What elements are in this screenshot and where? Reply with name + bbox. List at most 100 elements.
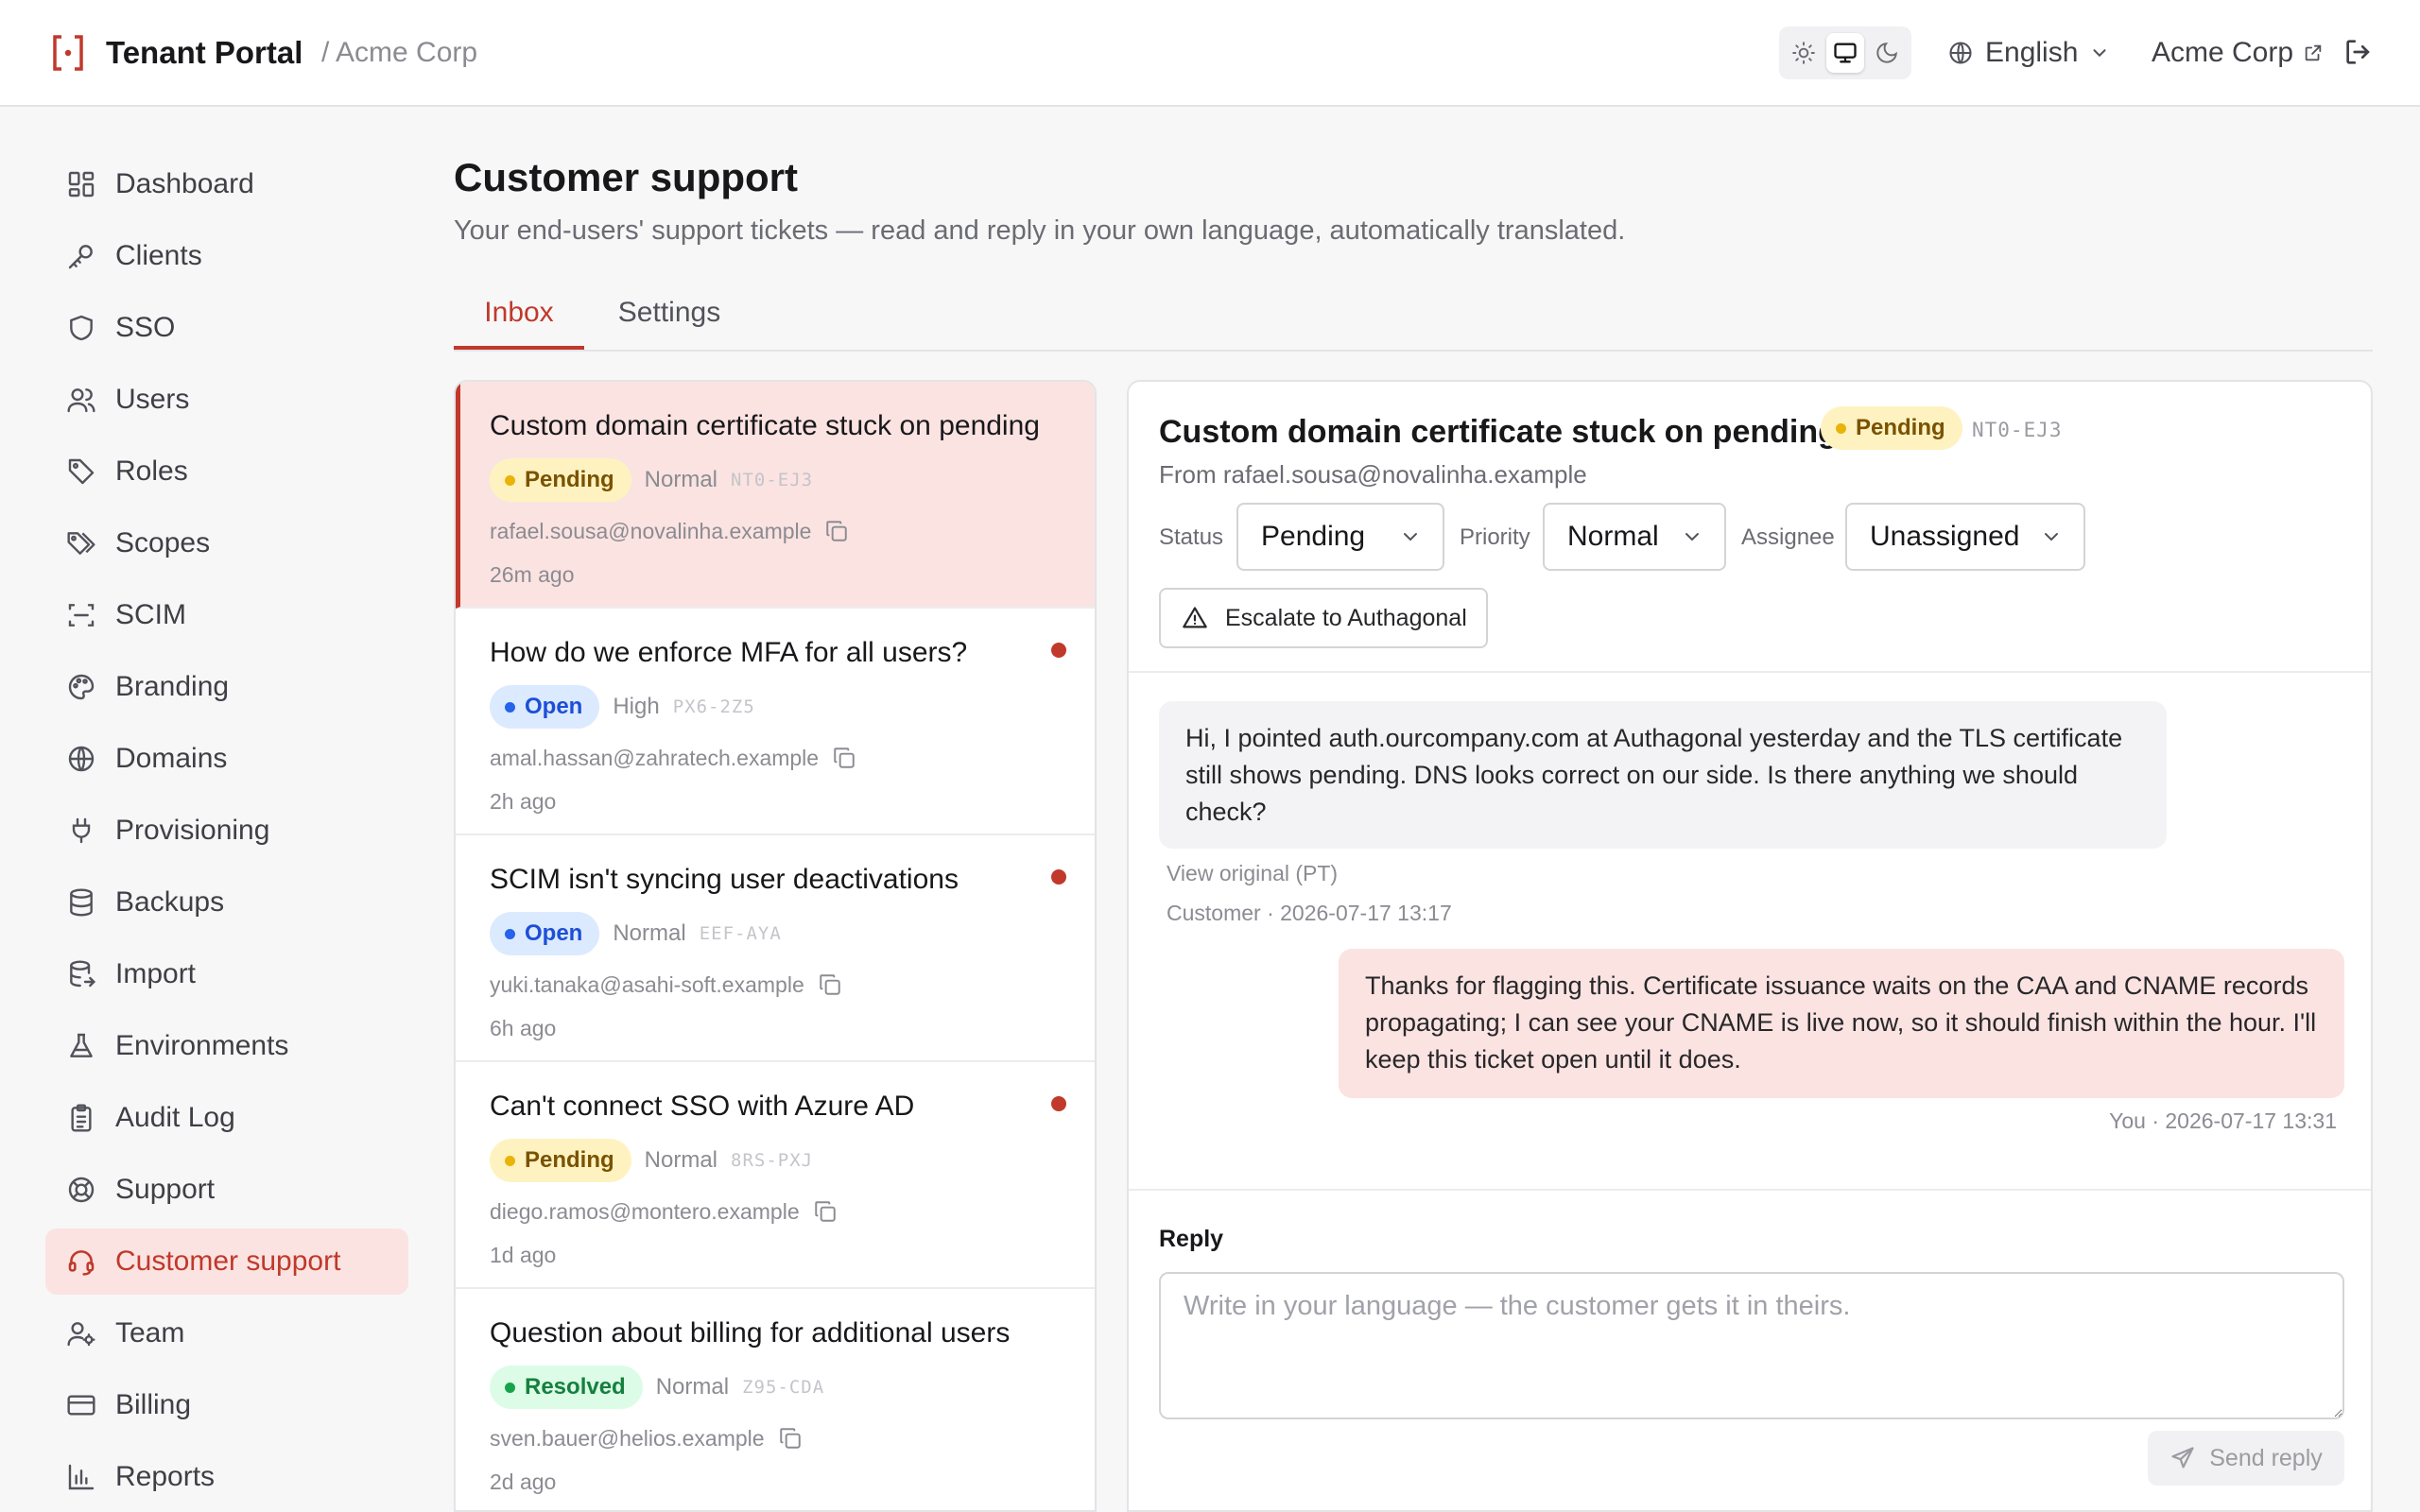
sidebar-item-label: Team: [115, 1317, 185, 1349]
globe-icon: [66, 744, 96, 774]
sidebar-item-label: Support: [115, 1174, 216, 1205]
sidebar-item-backups[interactable]: Backups: [45, 869, 408, 936]
status-badge: Resolved: [490, 1366, 643, 1409]
ticket-email-row: yuki.tanaka@asahi-soft.example: [490, 968, 842, 1002]
sidebar-item-customer-support[interactable]: Customer support: [45, 1228, 408, 1295]
language-selector[interactable]: English: [1947, 32, 2110, 74]
status-badge: Open: [490, 685, 600, 729]
ticket-email-row: sven.bauer@helios.example: [490, 1421, 803, 1455]
sidebar-item-sso[interactable]: SSO: [45, 295, 408, 361]
user-cog-icon: [66, 1318, 96, 1349]
ticket-from: From rafael.sousa@novalinha.example: [1159, 460, 1587, 489]
shield-icon: [66, 313, 96, 343]
ticket-meta: Pending Normal 8RS-PXJ: [490, 1138, 813, 1183]
copy-icon[interactable]: [778, 1426, 803, 1451]
sidebar-item-team[interactable]: Team: [45, 1300, 408, 1366]
ticket-email-row: diego.ramos@montero.example: [490, 1194, 838, 1228]
headset-icon: [66, 1246, 96, 1277]
ticket-list-item[interactable]: How do we enforce MFA for all users? Ope…: [456, 609, 1095, 835]
send-reply-button[interactable]: Send reply: [2148, 1431, 2344, 1486]
assignee-field-label: Assignee: [1741, 524, 1835, 550]
ticket-code: NT0-EJ3: [731, 470, 814, 490]
logout-button[interactable]: [2342, 36, 2377, 70]
sidebar-item-label: Provisioning: [115, 815, 270, 846]
theme-switcher: [1779, 26, 1911, 79]
sidebar-item-label: Domains: [115, 743, 228, 774]
chevron-down-icon: [2040, 525, 2063, 548]
unread-dot: [1051, 1096, 1066, 1111]
ticket-time: 1d ago: [490, 1243, 557, 1267]
sidebar-item-label: Scopes: [115, 527, 211, 558]
status-badge: Pending: [490, 1139, 631, 1182]
sidebar-item-domains[interactable]: Domains: [45, 726, 408, 792]
reply-section: Reply Send reply: [1129, 1189, 2371, 1510]
ticket-email: rafael.sousa@novalinha.example: [490, 518, 812, 543]
send-reply-label: Send reply: [2209, 1444, 2323, 1471]
escalate-button-label: Escalate to Authagonal: [1225, 604, 1467, 631]
tab-inbox[interactable]: Inbox: [454, 297, 584, 350]
copy-icon[interactable]: [818, 972, 842, 997]
ticket-title: Custom domain certificate stuck on pendi…: [490, 410, 1040, 441]
sidebar-item-reports[interactable]: Reports: [45, 1444, 408, 1510]
sidebar-item-import[interactable]: Import: [45, 941, 408, 1007]
light-theme-button[interactable]: [1785, 33, 1823, 73]
sidebar-item-label: Import: [115, 958, 197, 989]
ticket-meta: Resolved Normal Z95-CDA: [490, 1365, 824, 1410]
reply-label: Reply: [1159, 1226, 1224, 1252]
send-icon: [2169, 1445, 2196, 1471]
sidebar-item-roles[interactable]: Roles: [45, 438, 408, 505]
ticket-title: SCIM isn't syncing user deactivations: [490, 864, 959, 895]
ticket-list-item[interactable]: Can't connect SSO with Azure AD Pending …: [456, 1062, 1095, 1289]
ticket-list-item[interactable]: Custom domain certificate stuck on pendi…: [456, 382, 1095, 609]
copy-icon[interactable]: [832, 746, 856, 770]
incoming-message: Hi, I pointed auth.ourcompany.com at Aut…: [1159, 701, 2167, 849]
org-external-link[interactable]: Acme Corp: [2152, 32, 2324, 74]
sidebar-item-environments[interactable]: Environments: [45, 1013, 408, 1079]
view-original-link[interactable]: View original (PT): [1167, 858, 1338, 888]
status-select[interactable]: Pending: [1236, 503, 1444, 571]
ticket-email-row: amal.hassan@zahratech.example: [490, 741, 856, 775]
app-title[interactable]: Tenant Portal: [106, 32, 302, 74]
ticket-title: Question about billing for additional us…: [490, 1317, 1011, 1349]
tab-settings[interactable]: Settings: [603, 297, 735, 350]
sidebar-item-billing[interactable]: Billing: [45, 1372, 408, 1438]
status-badge: Pending: [1821, 406, 1962, 450]
sidebar-item-users[interactable]: Users: [45, 367, 408, 433]
ticket-title: How do we enforce MFA for all users?: [490, 637, 968, 668]
sidebar-item-provisioning[interactable]: Provisioning: [45, 798, 408, 864]
sidebar-item-scopes[interactable]: Scopes: [45, 510, 408, 576]
ticket-time: 2h ago: [490, 789, 557, 814]
ticket-time: 26m ago: [490, 562, 575, 587]
ticket-priority: Normal: [644, 467, 718, 492]
ticket-title: Can't connect SSO with Azure AD: [490, 1091, 915, 1122]
priority-select[interactable]: Normal: [1543, 503, 1726, 571]
sidebar-item-dashboard[interactable]: Dashboard: [45, 151, 408, 217]
dark-theme-button[interactable]: [1868, 33, 1906, 73]
brand-logo-icon: [51, 34, 85, 72]
ticket-email-row: rafael.sousa@novalinha.example: [490, 514, 849, 548]
sidebar-item-support[interactable]: Support: [45, 1157, 408, 1223]
status-dot: [505, 1382, 515, 1393]
sidebar-item-branding[interactable]: Branding: [45, 654, 408, 720]
sidebar-item-scim[interactable]: SCIM: [45, 582, 408, 648]
ticket-time: 2d ago: [490, 1469, 557, 1494]
external-link-icon: [2303, 43, 2324, 63]
reply-textarea[interactable]: [1159, 1272, 2344, 1419]
assignee-select[interactable]: Unassigned: [1845, 503, 2085, 571]
sidebar-item-audit-log[interactable]: Audit Log: [45, 1085, 408, 1151]
escalate-button[interactable]: Escalate to Authagonal: [1159, 588, 1488, 648]
ticket-list-item[interactable]: Question about billing for additional us…: [456, 1289, 1095, 1510]
database-icon: [66, 887, 96, 918]
sidebar-item-label: SCIM: [115, 599, 186, 630]
copy-icon[interactable]: [824, 519, 849, 543]
copy-icon[interactable]: [813, 1199, 838, 1224]
ticket-email: amal.hassan@zahratech.example: [490, 745, 820, 770]
ticket-time: 6h ago: [490, 1016, 557, 1040]
ticket-list-item[interactable]: SCIM isn't syncing user deactivations Op…: [456, 835, 1095, 1062]
priority-select-value: Normal: [1567, 521, 1659, 552]
org-breadcrumb: / Acme Corp: [321, 37, 478, 68]
system-theme-button[interactable]: [1826, 33, 1864, 73]
sidebar-item-label: Roles: [115, 455, 188, 487]
sidebar-item-clients[interactable]: Clients: [45, 223, 408, 289]
status-badge: Open: [490, 912, 600, 955]
